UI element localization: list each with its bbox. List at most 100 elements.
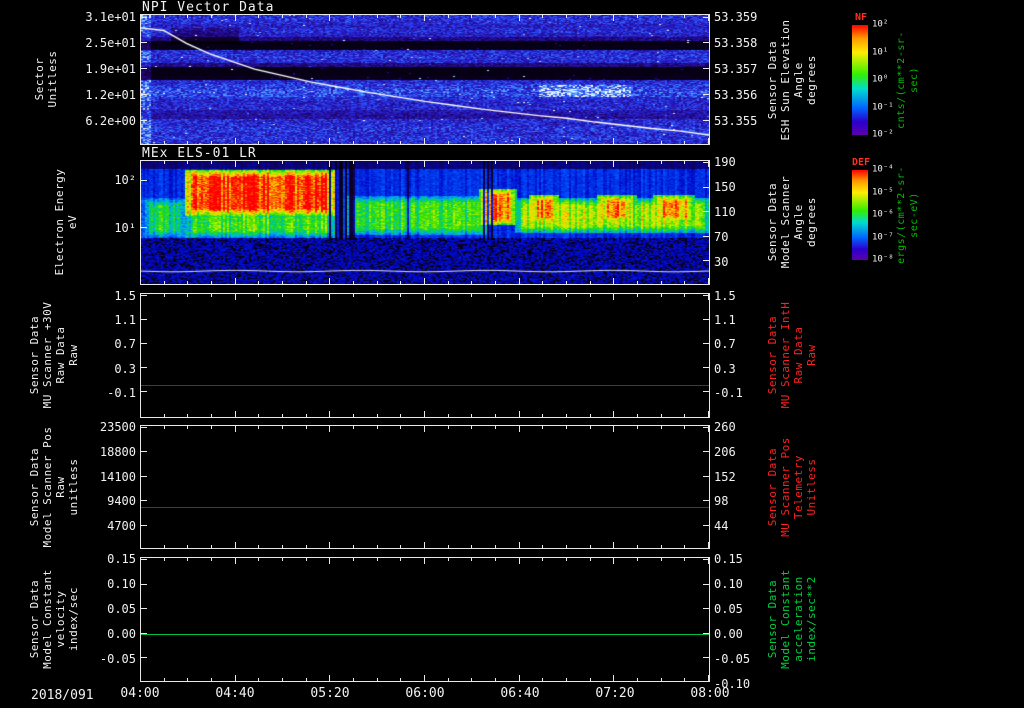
npi-right-tick-labels: 53.359 53.358 53.357 53.356 53.355 xyxy=(714,11,774,145)
tick-mark xyxy=(589,414,591,417)
tick-mark xyxy=(613,542,615,548)
tick-mark xyxy=(703,186,709,188)
tick-label: 0.10 xyxy=(714,577,743,591)
tick-mark xyxy=(163,678,165,681)
tick-mark xyxy=(211,414,212,417)
tick-mark xyxy=(141,343,147,345)
tick-label: 206 xyxy=(714,444,736,459)
tick-mark xyxy=(163,15,165,18)
tick-mark xyxy=(566,558,567,561)
mu-scanner-30v-left-tick-labels: 1.5 1.1 0.7 0.3 -0.1 xyxy=(28,290,136,418)
els-spectrogram-panel xyxy=(140,160,710,285)
tick-mark xyxy=(589,141,591,144)
tick-mark xyxy=(353,15,354,18)
model-constant-velocity-line xyxy=(141,633,709,635)
tick-label: 10⁰ xyxy=(872,74,889,85)
tick-mark xyxy=(376,678,378,681)
tick-mark xyxy=(637,558,638,561)
tick-mark xyxy=(447,281,449,284)
tick-mark xyxy=(660,414,662,417)
tick-mark xyxy=(163,545,165,548)
tick-label: 10⁻² xyxy=(872,129,894,140)
tick-mark xyxy=(447,15,449,18)
tick-mark xyxy=(353,558,354,561)
tick-mark xyxy=(400,545,402,548)
tick-mark xyxy=(471,558,473,561)
tick-mark xyxy=(684,426,686,429)
tick-mark xyxy=(424,15,425,21)
tick-mark xyxy=(187,281,189,284)
tick-mark xyxy=(566,161,567,164)
tick-mark xyxy=(258,558,260,561)
tick-mark xyxy=(305,678,307,681)
tick-mark xyxy=(495,558,496,561)
tick-mark xyxy=(141,524,147,526)
tick-mark xyxy=(305,558,307,561)
tick-mark xyxy=(353,414,354,417)
tick-mark xyxy=(566,15,567,18)
tick-mark xyxy=(305,426,307,429)
tick-mark xyxy=(566,426,567,429)
tick-label: 10⁻¹ xyxy=(872,102,894,112)
npi-spectrogram-canvas xyxy=(141,15,709,144)
tick-mark xyxy=(637,141,638,144)
tick-mark xyxy=(447,141,449,144)
tick-label: 260 xyxy=(714,419,736,434)
tick-mark xyxy=(234,411,236,417)
tick-mark xyxy=(703,367,709,369)
tick-mark xyxy=(329,161,331,167)
tick-mark xyxy=(211,545,212,548)
tick-mark xyxy=(141,42,147,44)
tick-mark xyxy=(400,678,402,681)
tick-mark xyxy=(258,161,260,164)
tick-mark xyxy=(187,678,189,681)
tick-label: 07:20 xyxy=(595,686,635,701)
tick-mark xyxy=(703,260,709,262)
model-scanner-pos-right-tick-labels: 260 206 152 98 44 xyxy=(714,421,774,549)
tick-mark xyxy=(589,161,591,164)
tick-mark xyxy=(684,281,686,284)
tick-mark xyxy=(660,281,662,284)
tick-mark xyxy=(518,294,520,300)
tick-mark xyxy=(282,426,283,429)
tick-mark xyxy=(703,391,709,393)
tick-label: 0.3 xyxy=(114,361,136,376)
tick-mark xyxy=(400,141,402,144)
tick-mark xyxy=(471,545,473,548)
tick-label: 110 xyxy=(714,205,736,219)
tick-mark xyxy=(258,678,260,681)
tick-mark xyxy=(566,141,567,144)
tick-mark xyxy=(141,500,147,502)
tick-mark xyxy=(282,281,283,284)
tick-mark xyxy=(282,414,283,417)
tick-mark xyxy=(282,545,283,548)
tick-mark xyxy=(211,141,212,144)
tick-mark xyxy=(637,15,638,18)
tick-label: 152 xyxy=(714,469,736,484)
tick-mark xyxy=(637,281,638,284)
tick-mark xyxy=(542,294,544,297)
tick-mark xyxy=(471,678,473,681)
tick-mark xyxy=(637,545,638,548)
tick-label: -0.05 xyxy=(99,652,136,666)
tick-mark xyxy=(703,608,709,610)
tick-mark xyxy=(703,524,709,526)
tick-mark xyxy=(447,161,449,164)
tick-label: 150 xyxy=(714,180,736,194)
tick-label: 2.5e+01 xyxy=(85,35,136,50)
tick-mark xyxy=(258,414,260,417)
tick-mark xyxy=(613,411,615,417)
npi-spectrogram-panel xyxy=(140,14,710,145)
tick-mark xyxy=(234,542,236,548)
tick-mark xyxy=(703,319,709,321)
tick-mark xyxy=(163,414,165,417)
tick-mark xyxy=(518,411,520,417)
tick-mark xyxy=(495,294,496,297)
tick-mark xyxy=(376,558,378,561)
tick-mark xyxy=(684,15,686,18)
tick-mark xyxy=(495,15,496,18)
tick-mark xyxy=(703,235,709,237)
tick-mark xyxy=(400,161,402,164)
tick-mark xyxy=(542,161,544,164)
tick-mark xyxy=(163,141,165,144)
